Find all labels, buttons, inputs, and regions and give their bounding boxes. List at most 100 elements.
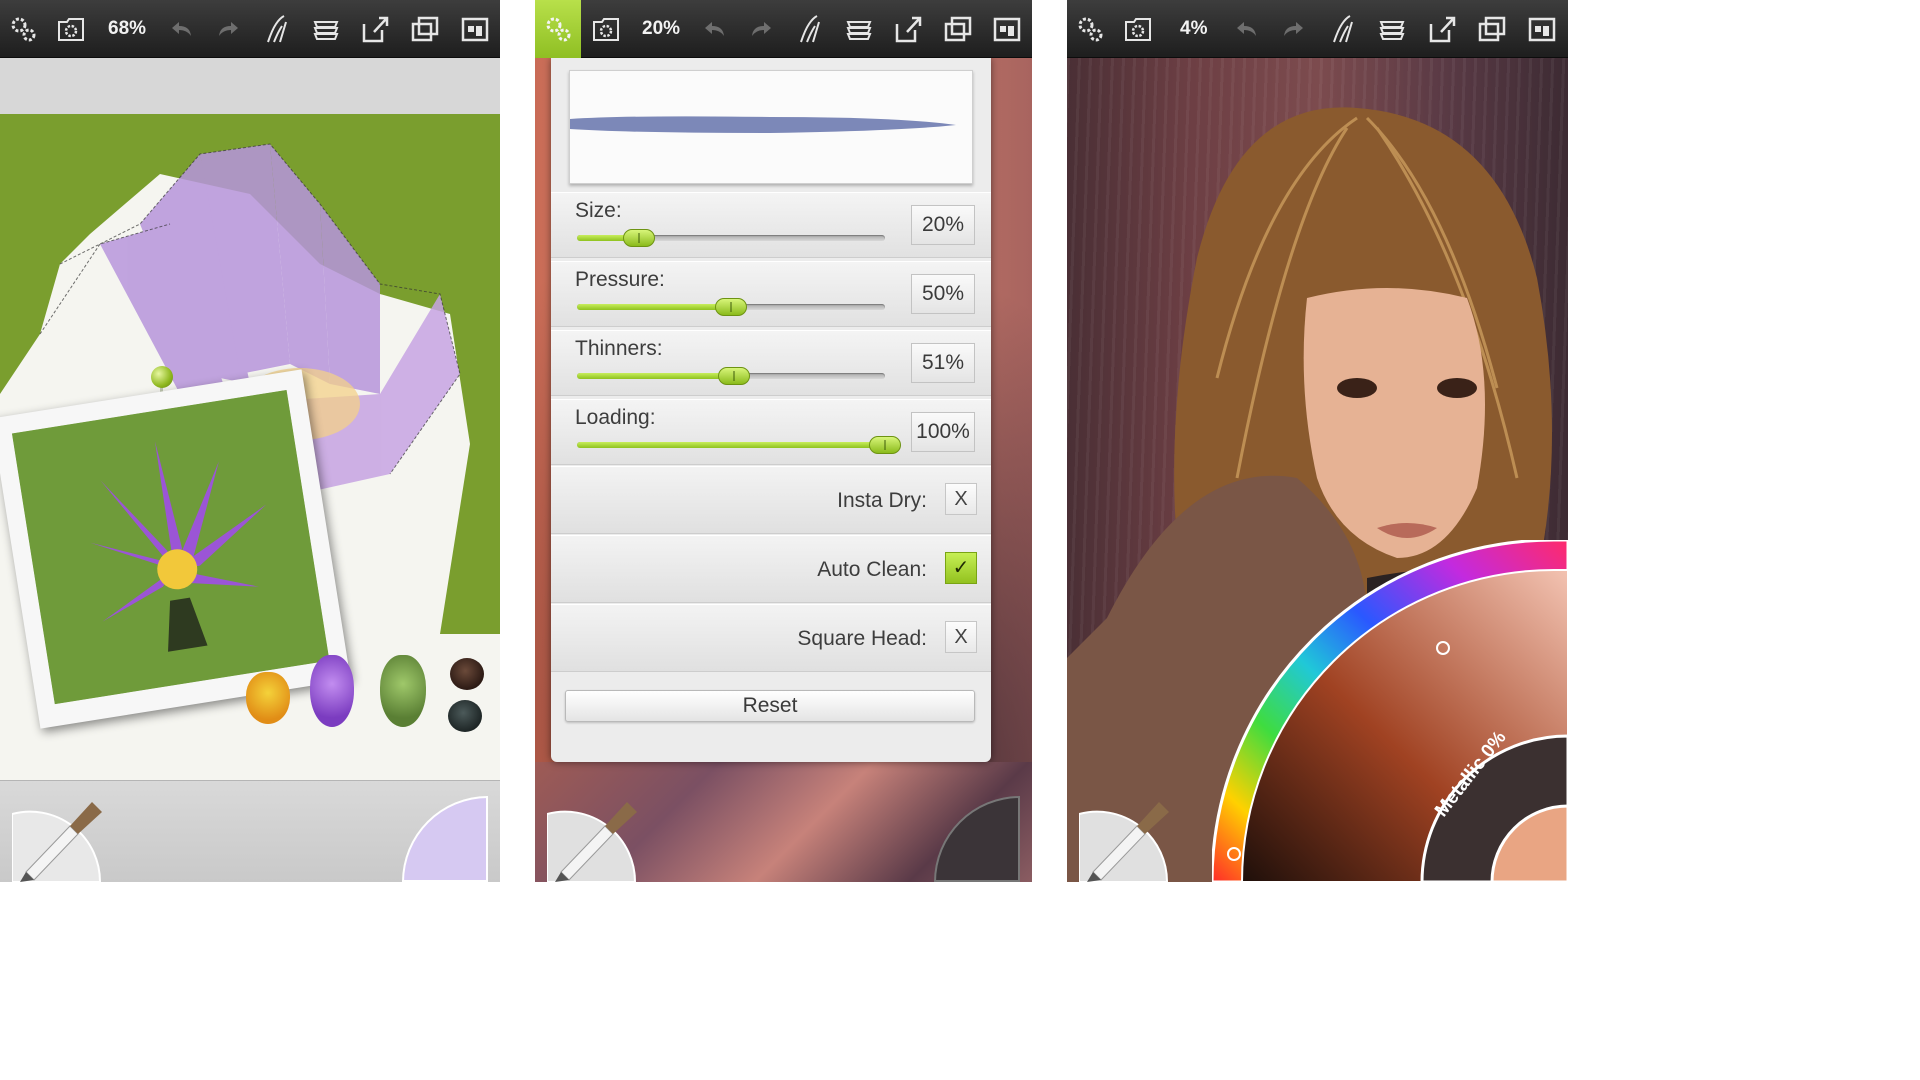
square-head-checkbox[interactable]: X	[945, 621, 977, 653]
color-picker-button[interactable]	[934, 796, 1020, 882]
toggle-row-auto-clean: Auto Clean: ✓	[551, 535, 991, 603]
paint-blob-brown[interactable]	[450, 658, 484, 690]
layers-icon	[313, 21, 339, 40]
windows-button[interactable]	[1469, 4, 1515, 54]
thinners-slider[interactable]	[577, 367, 885, 385]
export-button[interactable]	[885, 4, 931, 54]
settings-button[interactable]	[535, 0, 581, 58]
undo-icon	[172, 22, 191, 36]
undo-icon	[705, 22, 724, 36]
gallery-settings-button[interactable]	[48, 4, 94, 54]
toggle-label: Insta Dry:	[837, 489, 927, 512]
insta-dry-checkbox[interactable]: X	[945, 483, 977, 515]
gallery-settings-button[interactable]	[1115, 4, 1161, 54]
brush-tool-button[interactable]	[546, 796, 637, 882]
thinners-value[interactable]: 51%	[911, 343, 975, 383]
gears-icon	[11, 17, 36, 42]
windows-icon	[944, 16, 972, 42]
auto-clean-checkbox[interactable]: ✓	[945, 552, 977, 584]
size-value[interactable]: 20%	[911, 205, 975, 245]
toggle-row-insta-dry: Insta Dry: X	[551, 466, 991, 534]
slider-label: Size:	[575, 199, 622, 222]
undo-button[interactable]	[158, 4, 204, 54]
brush-tool-button[interactable]	[11, 796, 102, 882]
brush-style-button[interactable]	[254, 4, 300, 54]
slider-row-pressure: Pressure: 50%	[551, 261, 991, 327]
layers-button[interactable]	[836, 4, 882, 54]
brush-style-button[interactable]	[787, 4, 833, 54]
color-picker-button[interactable]	[402, 796, 488, 882]
redo-icon	[219, 22, 238, 36]
reference-photo-image	[11, 389, 330, 705]
redo-icon	[752, 22, 771, 36]
slider-thumb[interactable]	[869, 436, 901, 454]
slider-thumb[interactable]	[622, 229, 655, 247]
paint-blob-green[interactable]	[380, 655, 426, 727]
reference-photo[interactable]	[0, 369, 351, 729]
gallery-button[interactable]	[984, 4, 1030, 54]
brush-style-icon	[800, 15, 820, 43]
slider-thumb[interactable]	[718, 367, 751, 385]
settings-button[interactable]	[0, 4, 46, 54]
windows-icon	[411, 16, 439, 42]
undo-button[interactable]	[1223, 4, 1269, 54]
settings-button[interactable]	[1067, 4, 1113, 54]
pressure-value[interactable]: 50%	[911, 274, 975, 314]
color-wheel[interactable]	[1212, 540, 1568, 882]
folder-gear-icon	[593, 18, 619, 41]
screen-portrait-color-wheel: Metallic 0% 4%	[1067, 0, 1568, 882]
brush-tool-button[interactable]	[1078, 796, 1169, 882]
layers-icon	[846, 21, 872, 40]
layers-button[interactable]	[303, 4, 349, 54]
folder-gear-icon	[58, 18, 84, 41]
toggle-row-square-head: Square Head: X	[551, 604, 991, 672]
redo-button[interactable]	[206, 4, 252, 54]
paint-blob-purple[interactable]	[310, 655, 354, 727]
brush-icon	[11, 802, 102, 882]
screen-brush-settings: Size: 20% Pressure: 50% Thinners: 51% Lo…	[535, 0, 1032, 882]
toggle-label: Square Head:	[797, 627, 927, 650]
export-icon	[1429, 16, 1456, 43]
loading-value[interactable]: 100%	[911, 412, 975, 452]
pressure-slider[interactable]	[577, 298, 885, 316]
screen-reference-photo: 68%	[0, 0, 500, 882]
gallery-button[interactable]	[452, 4, 498, 54]
export-button[interactable]	[1419, 4, 1465, 54]
bottom-bar	[535, 762, 1032, 882]
brush-icon	[546, 802, 637, 882]
windows-button[interactable]	[935, 4, 981, 54]
export-icon	[362, 16, 389, 43]
gallery-icon	[1528, 17, 1556, 42]
slider-thumb[interactable]	[715, 298, 747, 316]
toolbar: 68%	[0, 0, 500, 58]
brush-style-button[interactable]	[1320, 4, 1366, 54]
slider-row-size: Size: 20%	[551, 192, 991, 258]
slider-row-thinners: Thinners: 51%	[551, 330, 991, 396]
slider-row-loading: Loading: 100%	[551, 399, 991, 465]
gallery-button[interactable]	[1519, 4, 1565, 54]
brush-style-icon	[1333, 15, 1353, 43]
slider-label: Loading:	[575, 406, 656, 429]
undo-button[interactable]	[691, 4, 737, 54]
stroke-preview	[569, 70, 973, 184]
redo-button[interactable]	[1271, 4, 1317, 54]
brush-settings-panel: Size: 20% Pressure: 50% Thinners: 51% Lo…	[551, 58, 991, 762]
toolbar: 20%	[535, 0, 1032, 58]
layers-icon	[1379, 21, 1405, 40]
zoom-level: 20%	[642, 18, 681, 39]
windows-button[interactable]	[402, 4, 448, 54]
zoom-level: 4%	[1180, 18, 1208, 39]
paint-blob-dark-teal[interactable]	[448, 700, 482, 732]
loading-slider[interactable]	[577, 436, 901, 454]
layers-button[interactable]	[1369, 4, 1415, 54]
reset-button[interactable]: Reset	[565, 690, 975, 722]
brush-icon	[1078, 802, 1169, 882]
undo-icon	[1237, 22, 1256, 36]
size-slider[interactable]	[577, 229, 885, 247]
export-button[interactable]	[352, 4, 398, 54]
pin-icon[interactable]	[151, 366, 173, 388]
gears-icon	[1078, 17, 1103, 42]
paint-blob-yellow[interactable]	[246, 672, 290, 724]
gallery-settings-button[interactable]	[583, 4, 629, 54]
redo-button[interactable]	[739, 4, 785, 54]
